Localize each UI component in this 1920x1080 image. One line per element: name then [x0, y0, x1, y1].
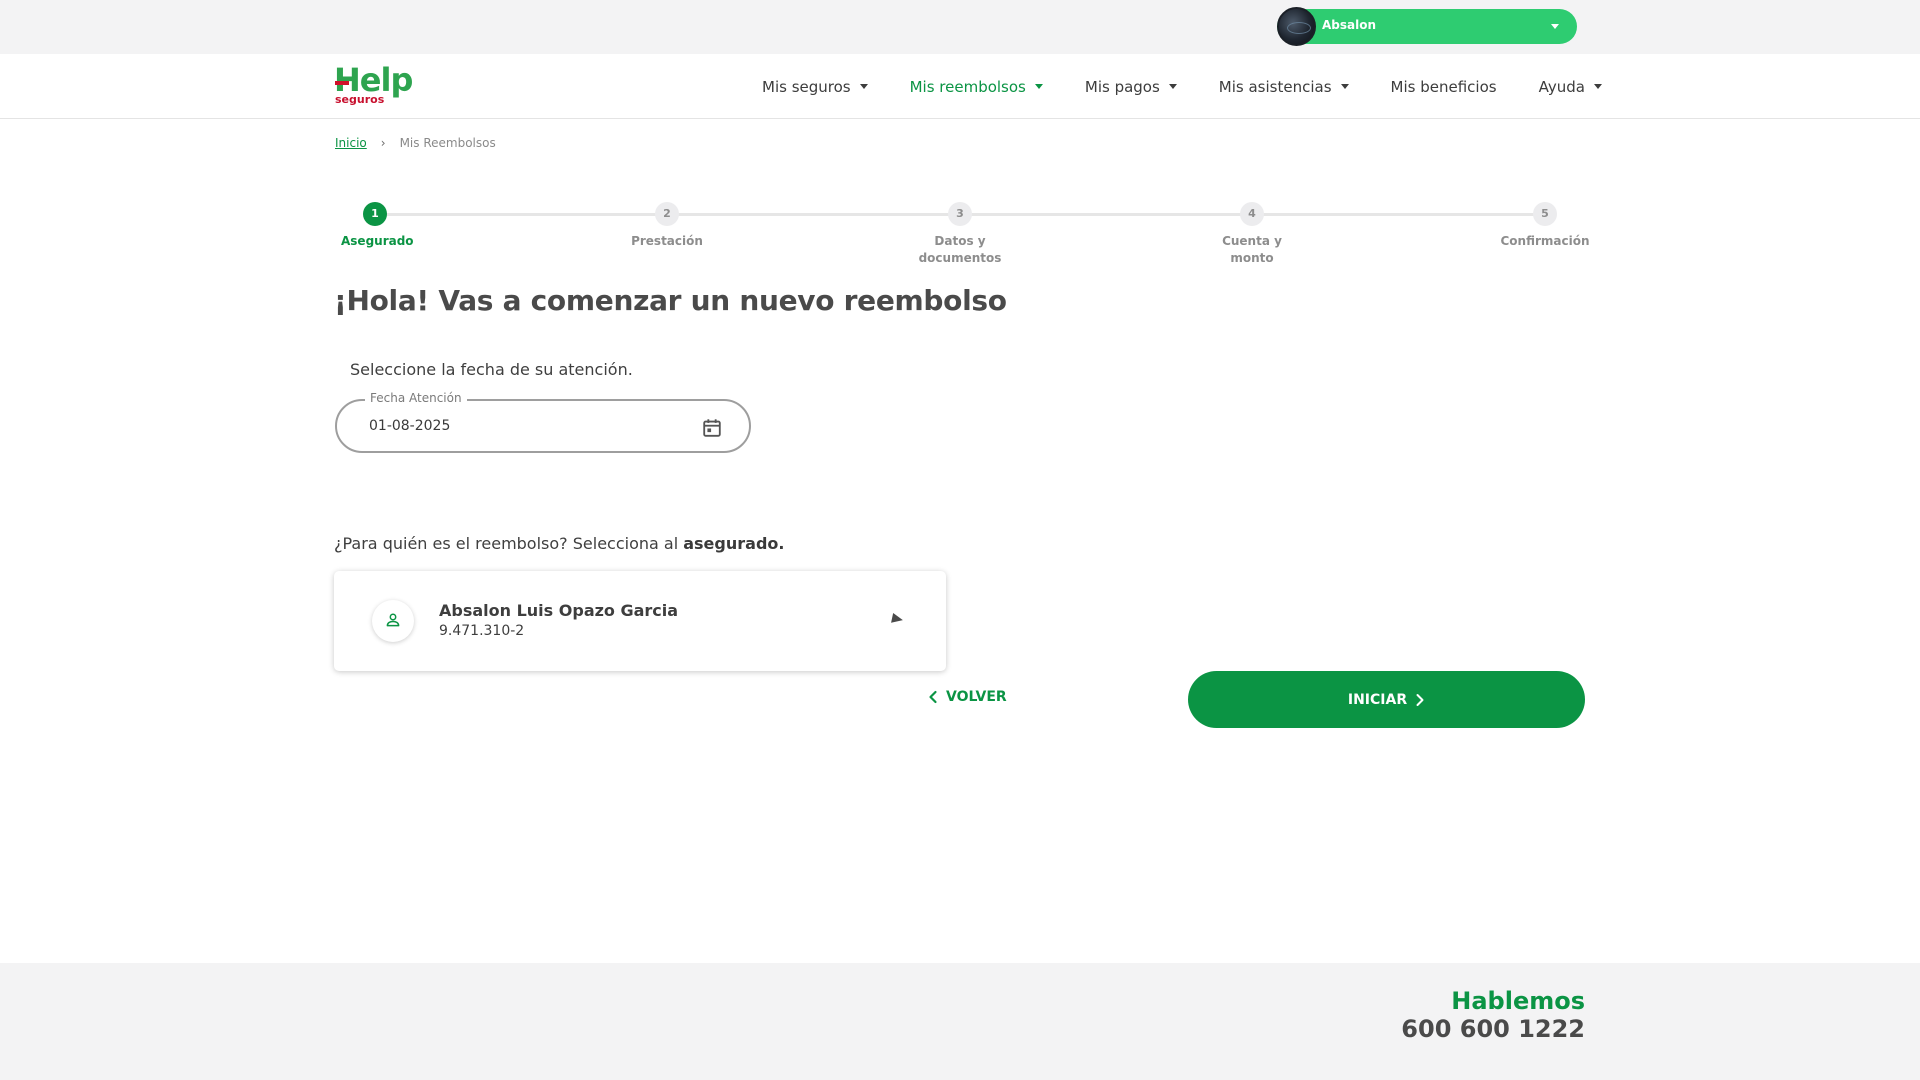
- start-button-label: INICIAR: [1347, 691, 1408, 708]
- nav-item-label: Mis beneficios: [1390, 77, 1497, 96]
- start-button[interactable]: INICIAR: [1188, 671, 1585, 728]
- calendar-icon[interactable]: [701, 417, 723, 439]
- nav-item-mis-beneficios[interactable]: Mis beneficios: [1391, 78, 1497, 96]
- step-label-line: monto: [1230, 251, 1274, 265]
- nav-item-label: Mis asistencias: [1218, 77, 1332, 96]
- nav-item-mis-asistencias[interactable]: Mis asistencias: [1219, 78, 1349, 96]
- date-input[interactable]: [369, 418, 669, 434]
- main-nav: Mis seguros Mis reembolsos Mis pagos Mis…: [762, 54, 1644, 119]
- nav-item-label: Ayuda: [1538, 77, 1585, 96]
- step-confirmacion: 5 Confirmación: [1485, 200, 1605, 250]
- insured-card[interactable]: Absalon Luis Opazo Garcia 9.471.310-2: [334, 571, 946, 671]
- step-number: 2: [655, 202, 679, 226]
- caret-down-icon: [1034, 84, 1043, 89]
- nav-item-ayuda[interactable]: Ayuda: [1539, 78, 1602, 96]
- user-name: Absalon: [1322, 18, 1377, 32]
- page-title: ¡Hola! Vas a comenzar un nuevo reembolso: [334, 284, 1007, 317]
- brand-logo[interactable]: Help seguros: [334, 62, 413, 108]
- step-label: Datos y documentos: [900, 233, 1020, 267]
- footer: Hablemos 600 600 1222: [0, 963, 1920, 1080]
- step-label-line: documentos: [918, 251, 1002, 265]
- attention-date-field[interactable]: Fecha Atención: [335, 391, 751, 453]
- breadcrumb-home-link[interactable]: Inicio: [335, 136, 367, 150]
- footer-contact-label: Hablemos: [1451, 987, 1585, 1015]
- breadcrumb: Inicio › Mis Reembolsos: [335, 136, 496, 150]
- step-cuenta-monto: 4 Cuenta y monto: [1192, 200, 1312, 267]
- step-label: Confirmación: [1500, 234, 1590, 248]
- caret-down-icon: [859, 84, 868, 89]
- breadcrumb-current: Mis Reembolsos: [399, 136, 496, 150]
- caret-down-icon: [1593, 84, 1602, 89]
- insured-prompt-text: ¿Para quién es el reembolso? Selecciona …: [334, 534, 684, 553]
- caret-down-icon: [1340, 84, 1349, 89]
- progress-stepper: 1 Asegurado 2 Prestación 3 Datos y docum…: [335, 200, 1595, 270]
- step-datos-documentos: 3 Datos y documentos: [900, 200, 1020, 267]
- step-prestacion: 2 Prestación: [607, 200, 727, 250]
- step-label: Prestación: [631, 234, 703, 248]
- step-asegurado: 1 Asegurado: [335, 200, 415, 250]
- insured-name: Absalon Luis Opazo Garcia: [439, 601, 679, 620]
- insured-rut: 9.471.310-2: [439, 623, 525, 639]
- step-label-line: Datos y: [934, 234, 986, 248]
- logo-accent-bar: [335, 81, 349, 85]
- chevron-left-icon: [929, 690, 937, 704]
- insured-prompt: ¿Para quién es el reembolso? Selecciona …: [334, 534, 784, 553]
- back-button[interactable]: VOLVER: [928, 689, 1007, 705]
- step-number: 4: [1240, 202, 1264, 226]
- main-header: Help seguros Mis seguros Mis reembolsos …: [0, 54, 1920, 119]
- date-prompt: Seleccione la fecha de su atención.: [350, 360, 633, 379]
- nav-item-label: Mis seguros: [762, 77, 851, 96]
- nav-item-label: Mis reembolsos: [909, 77, 1026, 96]
- step-label: Cuenta y monto: [1192, 233, 1312, 267]
- arrow-right-icon: [891, 612, 904, 626]
- back-button-label: VOLVER: [946, 689, 1007, 705]
- caret-down-icon: [1168, 84, 1177, 89]
- nav-item-mis-seguros[interactable]: Mis seguros: [762, 78, 868, 96]
- nav-item-mis-reembolsos[interactable]: Mis reembolsos: [910, 78, 1043, 96]
- chevron-right-icon: [1416, 693, 1424, 706]
- step-label-line: Cuenta y: [1222, 234, 1282, 248]
- date-field-label: Fecha Atención: [365, 391, 467, 405]
- chevron-down-icon: [1551, 24, 1559, 29]
- person-icon: [386, 613, 400, 627]
- avatar: [1277, 7, 1316, 46]
- person-avatar-circle: [372, 600, 414, 642]
- breadcrumb-separator: ›: [380, 136, 386, 150]
- user-menu-dropdown[interactable]: Absalon: [1277, 7, 1577, 46]
- step-number: 5: [1533, 202, 1557, 226]
- nav-item-label: Mis pagos: [1084, 77, 1160, 96]
- top-user-bar: Absalon: [0, 0, 1920, 54]
- step-number: 3: [948, 202, 972, 226]
- logo-subtext: seguros: [335, 93, 385, 106]
- nav-item-mis-pagos[interactable]: Mis pagos: [1085, 78, 1177, 96]
- step-label: Asegurado: [341, 234, 414, 248]
- step-number: 1: [363, 202, 387, 226]
- footer-phone-number[interactable]: 600 600 1222: [1401, 1015, 1585, 1043]
- insured-prompt-emphasis: asegurado.: [683, 534, 785, 553]
